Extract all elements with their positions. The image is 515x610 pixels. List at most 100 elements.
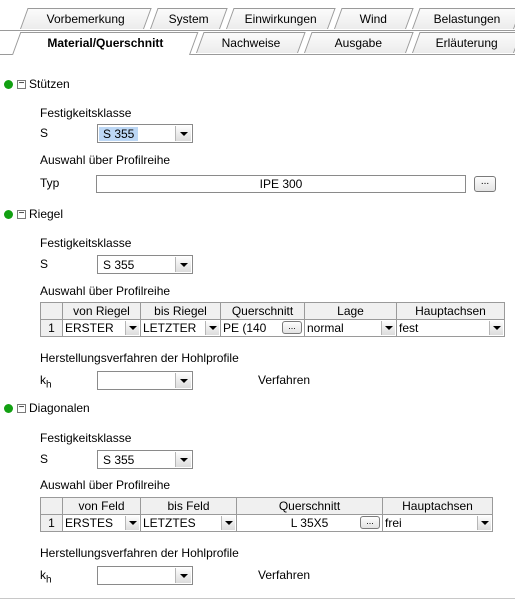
diagonalen-table: von Feld bis Feld Querschnitt Hauptachse… <box>40 497 493 532</box>
table-header: bis Feld <box>140 497 237 515</box>
label-festigkeitsklasse: Festigkeitsklasse <box>40 431 132 445</box>
collapse-icon[interactable]: − <box>17 79 26 89</box>
tab-vorbemerkung[interactable]: Vorbemerkung <box>20 8 152 29</box>
label-verfahren: Verfahren <box>258 373 311 387</box>
cell-value: ERSTER <box>65 321 114 335</box>
cell-value: PE (140 <box>223 321 267 335</box>
steel-grade-select[interactable]: S 355 <box>97 450 193 469</box>
collapse-icon[interactable]: − <box>17 209 26 219</box>
kh-select[interactable] <box>97 371 193 390</box>
table-header: Querschnitt <box>236 497 383 515</box>
section-title-diagonalen: Diagonalen <box>29 401 90 415</box>
steel-grade-select[interactable]: S 355 <box>97 255 193 274</box>
table-header-row: von Feld bis Feld Querschnitt Hauptachse… <box>40 497 493 515</box>
chevron-down-icon[interactable] <box>175 257 191 272</box>
kh-sub: h <box>46 574 52 586</box>
collapse-icon[interactable]: − <box>17 403 26 413</box>
section-title-stuetzen: Stützen <box>29 77 70 91</box>
cell-bis-riegel[interactable]: LETZTER <box>140 319 221 337</box>
label-kh: kh <box>40 373 52 390</box>
chevron-down-icon[interactable] <box>175 452 191 467</box>
profile-type-field[interactable]: IPE 300 <box>96 175 466 193</box>
kh-sub: h <box>46 379 52 391</box>
table-header: von Riegel <box>62 302 141 320</box>
tab-erlaeuterung[interactable]: Erläuterung <box>412 32 515 53</box>
label-auswahl: Auswahl über Profilreihe <box>40 153 171 167</box>
table-row: 1 ERSTER LETZTER PE (140... normal fest <box>40 319 505 337</box>
chevron-down-icon[interactable] <box>125 321 139 335</box>
label-s: S <box>40 452 49 466</box>
chevron-down-icon[interactable] <box>489 321 503 335</box>
chevron-down-icon[interactable] <box>175 568 191 583</box>
cell-von-riegel[interactable]: ERSTER <box>62 319 141 337</box>
table-header: von Feld <box>62 497 141 515</box>
table-header: Lage <box>304 302 397 320</box>
bottom-divider <box>0 598 515 599</box>
chevron-down-icon[interactable] <box>175 126 191 141</box>
tab-belastungen[interactable]: Belastungen <box>412 8 515 29</box>
status-dot-diagonalen <box>4 404 13 413</box>
tab-einwirkungen[interactable]: Einwirkungen <box>226 8 336 29</box>
tab-material-querschnitt[interactable]: Material/Querschnitt <box>12 32 199 55</box>
steel-grade-value: S 355 <box>99 127 139 141</box>
label-herstellung: Herstellungsverfahren der Hohlprofile <box>40 351 239 365</box>
table-header: Hauptachsen <box>382 497 493 515</box>
label-typ: Typ <box>40 176 60 190</box>
status-dot-stuetzen <box>4 80 13 89</box>
cell-querschnitt[interactable]: L 35X5... <box>236 514 383 532</box>
steel-grade-select[interactable]: S 355 <box>97 124 193 143</box>
steel-grade-value: S 355 <box>103 453 135 467</box>
cell-hauptachsen[interactable]: fest <box>396 319 505 337</box>
table-header: Hauptachsen <box>396 302 505 320</box>
tab-wind[interactable]: Wind <box>334 8 414 29</box>
cell-lage[interactable]: normal <box>304 319 397 337</box>
label-herstellung: Herstellungsverfahren der Hohlprofile <box>40 546 239 560</box>
cell-value: frei <box>385 516 402 530</box>
cell-value: fest <box>399 321 419 335</box>
tab-row-1-baseline <box>0 30 515 31</box>
kh-select[interactable] <box>97 566 193 585</box>
label-kh: kh <box>40 568 52 585</box>
chevron-down-icon[interactable] <box>221 516 235 530</box>
label-s: S <box>40 126 49 140</box>
table-header: bis Riegel <box>140 302 221 320</box>
table-header-corner <box>40 302 63 320</box>
tab-ausgabe[interactable]: Ausgabe <box>304 32 414 53</box>
cell-querschnitt[interactable]: PE (140... <box>220 319 305 337</box>
table-header-row: von Riegel bis Riegel Querschnitt Lage H… <box>40 302 505 320</box>
cell-von-feld[interactable]: ERSTES <box>62 514 141 532</box>
label-auswahl: Auswahl über Profilreihe <box>40 478 171 492</box>
label-s: S <box>40 257 49 271</box>
cell-hauptachsen[interactable]: frei <box>382 514 493 532</box>
chevron-down-icon[interactable] <box>381 321 395 335</box>
status-dot-riegel <box>4 210 13 219</box>
riegel-table: von Riegel bis Riegel Querschnitt Lage H… <box>40 302 505 337</box>
row-number: 1 <box>40 319 63 337</box>
cell-value: LETZTES <box>143 516 196 530</box>
cell-value: LETZTER <box>143 321 197 335</box>
chevron-down-icon[interactable] <box>477 516 491 530</box>
table-row: 1 ERSTES LETZTES L 35X5... frei <box>40 514 493 532</box>
querschnitt-browse-button[interactable]: ... <box>282 321 302 334</box>
label-festigkeitsklasse: Festigkeitsklasse <box>40 106 132 120</box>
chevron-down-icon[interactable] <box>205 321 219 335</box>
cell-bis-feld[interactable]: LETZTES <box>140 514 237 532</box>
table-header-corner <box>40 497 63 515</box>
cell-value: normal <box>307 321 344 335</box>
cell-value: ERSTES <box>65 516 114 530</box>
label-festigkeitsklasse: Festigkeitsklasse <box>40 236 132 250</box>
cell-value: L 35X5 <box>290 516 329 530</box>
tab-system[interactable]: System <box>150 8 228 29</box>
querschnitt-browse-button[interactable]: ... <box>360 516 380 529</box>
chevron-down-icon[interactable] <box>175 373 191 388</box>
tab-nachweise[interactable]: Nachweise <box>196 32 306 53</box>
profile-browse-button[interactable]: ... <box>474 176 496 192</box>
label-auswahl: Auswahl über Profilreihe <box>40 284 171 298</box>
row-number: 1 <box>40 514 63 532</box>
chevron-down-icon[interactable] <box>125 516 139 530</box>
label-verfahren: Verfahren <box>258 568 311 582</box>
steel-grade-value: S 355 <box>103 258 135 272</box>
table-header: Querschnitt <box>220 302 305 320</box>
section-title-riegel: Riegel <box>29 207 64 221</box>
tab-row-2: Material/Querschnitt Nachweise Ausgabe E… <box>0 32 515 55</box>
